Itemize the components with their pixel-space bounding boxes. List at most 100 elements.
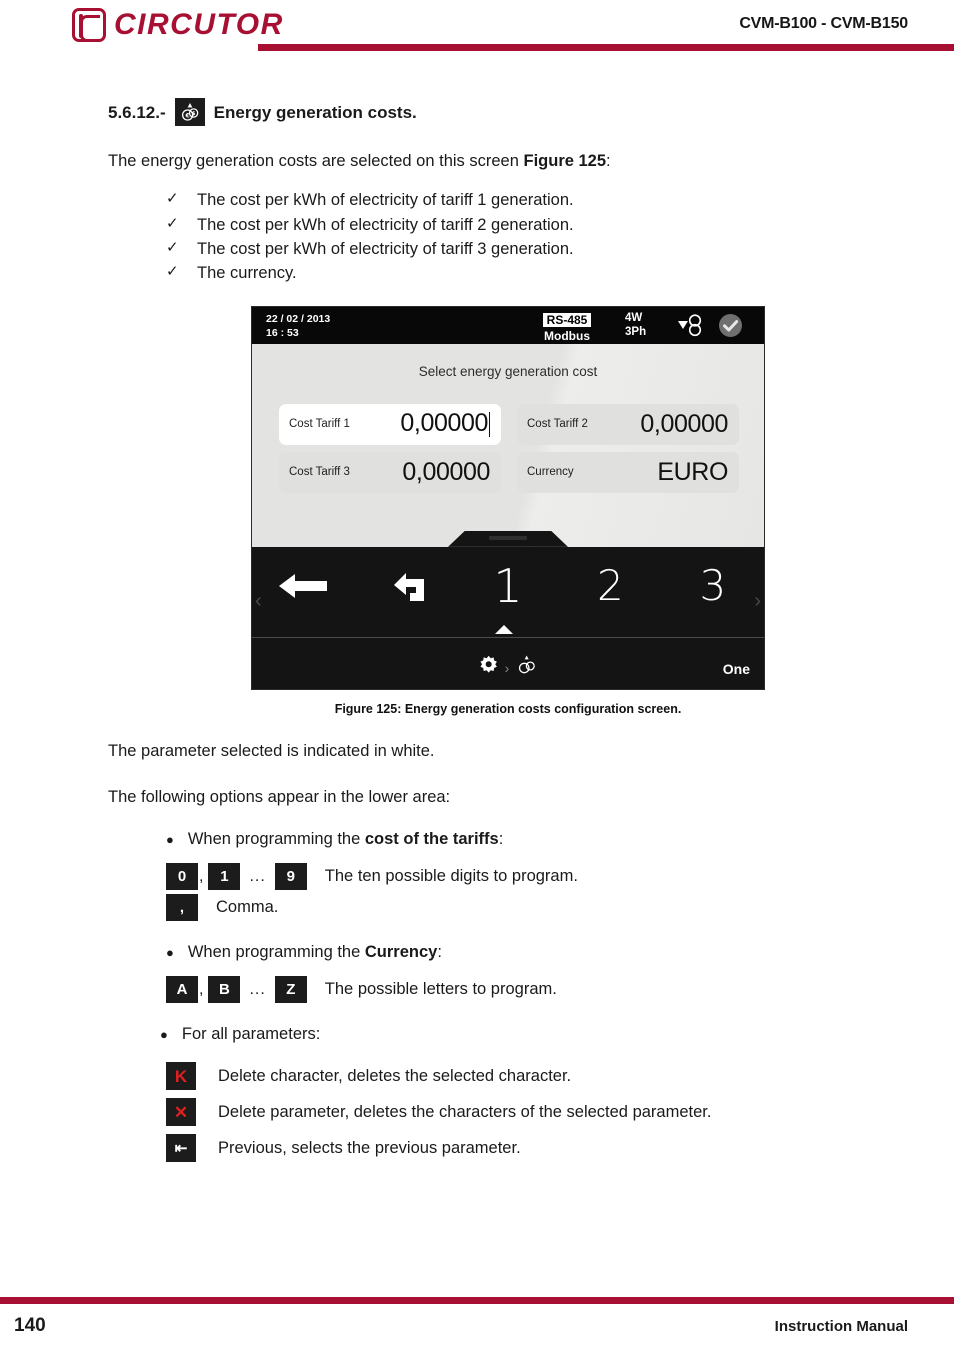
nav-page-label: 1 bbox=[493, 558, 523, 613]
status-wiring-bottom: 3Ph bbox=[625, 326, 647, 339]
breadcrumb-separator: › bbox=[504, 659, 510, 676]
page-number: 140 bbox=[14, 1315, 46, 1336]
intro-before: The energy generation costs are selected… bbox=[108, 152, 524, 170]
intro-paragraph: The energy generation costs are selected… bbox=[108, 150, 908, 172]
svg-text:€: € bbox=[184, 112, 189, 119]
list-item-label: The currency. bbox=[197, 264, 297, 283]
key-letter-a[interactable]: A bbox=[166, 976, 198, 1004]
check-icon: ✓ bbox=[166, 214, 179, 232]
checklist: ✓ The cost per kWh of electricity of tari… bbox=[166, 188, 908, 286]
delete-character-icon[interactable]: K bbox=[166, 1062, 196, 1091]
field-value: 0,00000 bbox=[402, 457, 490, 486]
field-cost-tariff-3[interactable]: Cost Tariff 3 0,00000 bbox=[279, 451, 501, 493]
check-icon: ✓ bbox=[166, 263, 179, 281]
bullet-dot-icon: ● bbox=[166, 832, 174, 848]
svg-text:$: $ bbox=[191, 111, 195, 117]
page-content: 5.6.12.- € $ Energy generation costs. Th… bbox=[0, 98, 954, 1163]
nav-back-button[interactable] bbox=[252, 547, 354, 625]
energy-flow-icon bbox=[676, 313, 706, 342]
nav-page-label: 3 bbox=[699, 560, 727, 610]
nav-page-label: 2 bbox=[597, 560, 624, 610]
circutor-c-logo-icon bbox=[72, 8, 106, 42]
nav-page-3[interactable]: 3 bbox=[662, 547, 764, 625]
status-time: 16 : 53 bbox=[266, 327, 299, 340]
circutor-logo: CIRCUTOR bbox=[72, 8, 284, 42]
field-cost-tariff-1[interactable]: Cost Tariff 1 0,00000 bbox=[279, 403, 501, 445]
undo-arrow-icon bbox=[393, 572, 424, 601]
note-selected-parameter: The parameter selected is indicated in w… bbox=[108, 741, 435, 760]
list-item: ✓ The cost per kWh of electricity of tari… bbox=[166, 213, 908, 237]
field-cost-tariff-2[interactable]: Cost Tariff 2 0,00000 bbox=[517, 403, 739, 445]
list-item-label: The cost per kWh of electricity of tarif… bbox=[197, 240, 574, 259]
check-icon: ✓ bbox=[166, 190, 179, 208]
bullet-text: When programming the cost of the tariffs… bbox=[187, 830, 504, 849]
action-delete-parameter: ✕ Delete parameter, deletes the characte… bbox=[166, 1098, 908, 1127]
drawer-handle[interactable] bbox=[448, 530, 568, 547]
nav-page-1[interactable]: 1 bbox=[457, 547, 559, 625]
status-wiring-top: 4W bbox=[625, 311, 643, 324]
field-label: Cost Tariff 2 bbox=[527, 418, 588, 431]
text-cursor bbox=[489, 412, 490, 438]
key-ellipsis: ... bbox=[249, 980, 266, 998]
key-digit-9[interactable]: 9 bbox=[274, 863, 307, 891]
delete-parameter-description: Delete parameter, deletes the characters… bbox=[218, 1102, 712, 1121]
intro-figure-ref: Figure 125 bbox=[523, 152, 607, 170]
nav-items: 1 2 3 bbox=[252, 547, 764, 625]
action-previous-parameter: ⇤ Previous, selects the previous paramet… bbox=[166, 1134, 908, 1163]
logo-wordmark: CIRCUTOR bbox=[114, 8, 284, 41]
list-item-label: The cost per kWh of electricity of tarif… bbox=[197, 191, 574, 210]
device-status-bar: 22 / 02 / 2013 16 : 53 RS-485 Modbus 4W … bbox=[252, 306, 764, 344]
bullet-all-parameters: ● For all parameters: bbox=[160, 1025, 908, 1044]
comma-key-row: , Comma. bbox=[166, 894, 908, 922]
status-bus: RS-485 Modbus bbox=[524, 311, 610, 343]
drawer-grip-icon bbox=[489, 535, 527, 540]
footer-accent-rule bbox=[0, 1297, 954, 1304]
delete-parameter-icon[interactable]: ✕ bbox=[166, 1098, 196, 1127]
section-heading: 5.6.12.- € $ Energy generation costs. bbox=[108, 98, 908, 126]
bullet-currency: ● When programming the Currency: bbox=[166, 943, 908, 962]
nav-divider bbox=[252, 636, 764, 638]
product-title: CVM-B100 - CVM-B150 bbox=[739, 15, 908, 32]
device-main-area: Select energy generation cost Cost Tarif… bbox=[252, 343, 764, 547]
previous-parameter-description: Previous, selects the previous parameter… bbox=[218, 1138, 521, 1157]
coins-icon: € $ bbox=[174, 98, 205, 126]
list-item: ✓ The cost per kWh of electricity of tari… bbox=[166, 188, 908, 212]
previous-parameter-icon[interactable]: ⇤ bbox=[166, 1134, 196, 1163]
bullet-line: ● When programming the cost of the tarif… bbox=[166, 830, 908, 849]
nav-return-button[interactable] bbox=[354, 547, 456, 625]
device-screen: 22 / 02 / 2013 16 : 53 RS-485 Modbus 4W … bbox=[251, 305, 765, 690]
key-separator: , bbox=[199, 867, 204, 885]
field-value: 0,00000 bbox=[400, 409, 490, 438]
coins-icon[interactable] bbox=[515, 655, 537, 681]
action-delete-character: K Delete character, deletes the selected… bbox=[166, 1062, 908, 1091]
delete-character-glyph: K bbox=[174, 1066, 188, 1086]
key-comma[interactable]: , bbox=[166, 894, 198, 922]
status-wiring: 4W 3Ph bbox=[625, 311, 646, 340]
device-nav-bar: ‹ › 1 2 3 bbox=[252, 546, 764, 649]
delete-character-description: Delete character, deletes the selected c… bbox=[218, 1066, 572, 1085]
key-digit-0[interactable]: 0 bbox=[166, 863, 198, 891]
section-number: 5.6.12.- bbox=[108, 102, 166, 122]
figure-caption: Figure 125: Energy generation costs conf… bbox=[334, 701, 682, 716]
field-label: Currency bbox=[527, 466, 574, 479]
key-letter-z[interactable]: Z bbox=[274, 976, 307, 1004]
nav-page-2[interactable]: 2 bbox=[559, 547, 661, 625]
header-accent-rule bbox=[258, 44, 954, 51]
field-value: 0,00000 bbox=[640, 409, 728, 438]
status-bus-mode: Modbus bbox=[544, 328, 590, 343]
bullet-text: For all parameters: bbox=[181, 1025, 321, 1044]
list-item-label: The cost per kWh of electricity of tarif… bbox=[197, 215, 574, 234]
parameter-fields: Cost Tariff 1 0,00000 Cost Tariff 2 0,00… bbox=[279, 403, 739, 493]
gear-icon[interactable] bbox=[479, 655, 499, 680]
page-footer: 140 Instruction Manual bbox=[0, 1297, 954, 1350]
key-letter-b[interactable]: B bbox=[208, 976, 241, 1004]
status-bus-protocol: RS-485 bbox=[542, 312, 592, 328]
field-value: EURO bbox=[657, 457, 728, 486]
field-currency[interactable]: Currency EURO bbox=[517, 451, 739, 493]
letter-keys-row: A , B ... Z The possible letters to prog… bbox=[166, 976, 908, 1004]
footer-label: Instruction Manual bbox=[774, 1318, 908, 1335]
device-breadcrumb-bar: › One bbox=[252, 648, 764, 689]
manual-page: CIRCUTOR CVM-B100 - CVM-B150 5.6.12.- € … bbox=[0, 0, 954, 1350]
bullet-line: ● For all parameters: bbox=[160, 1025, 908, 1044]
key-digit-1[interactable]: 1 bbox=[208, 863, 241, 891]
